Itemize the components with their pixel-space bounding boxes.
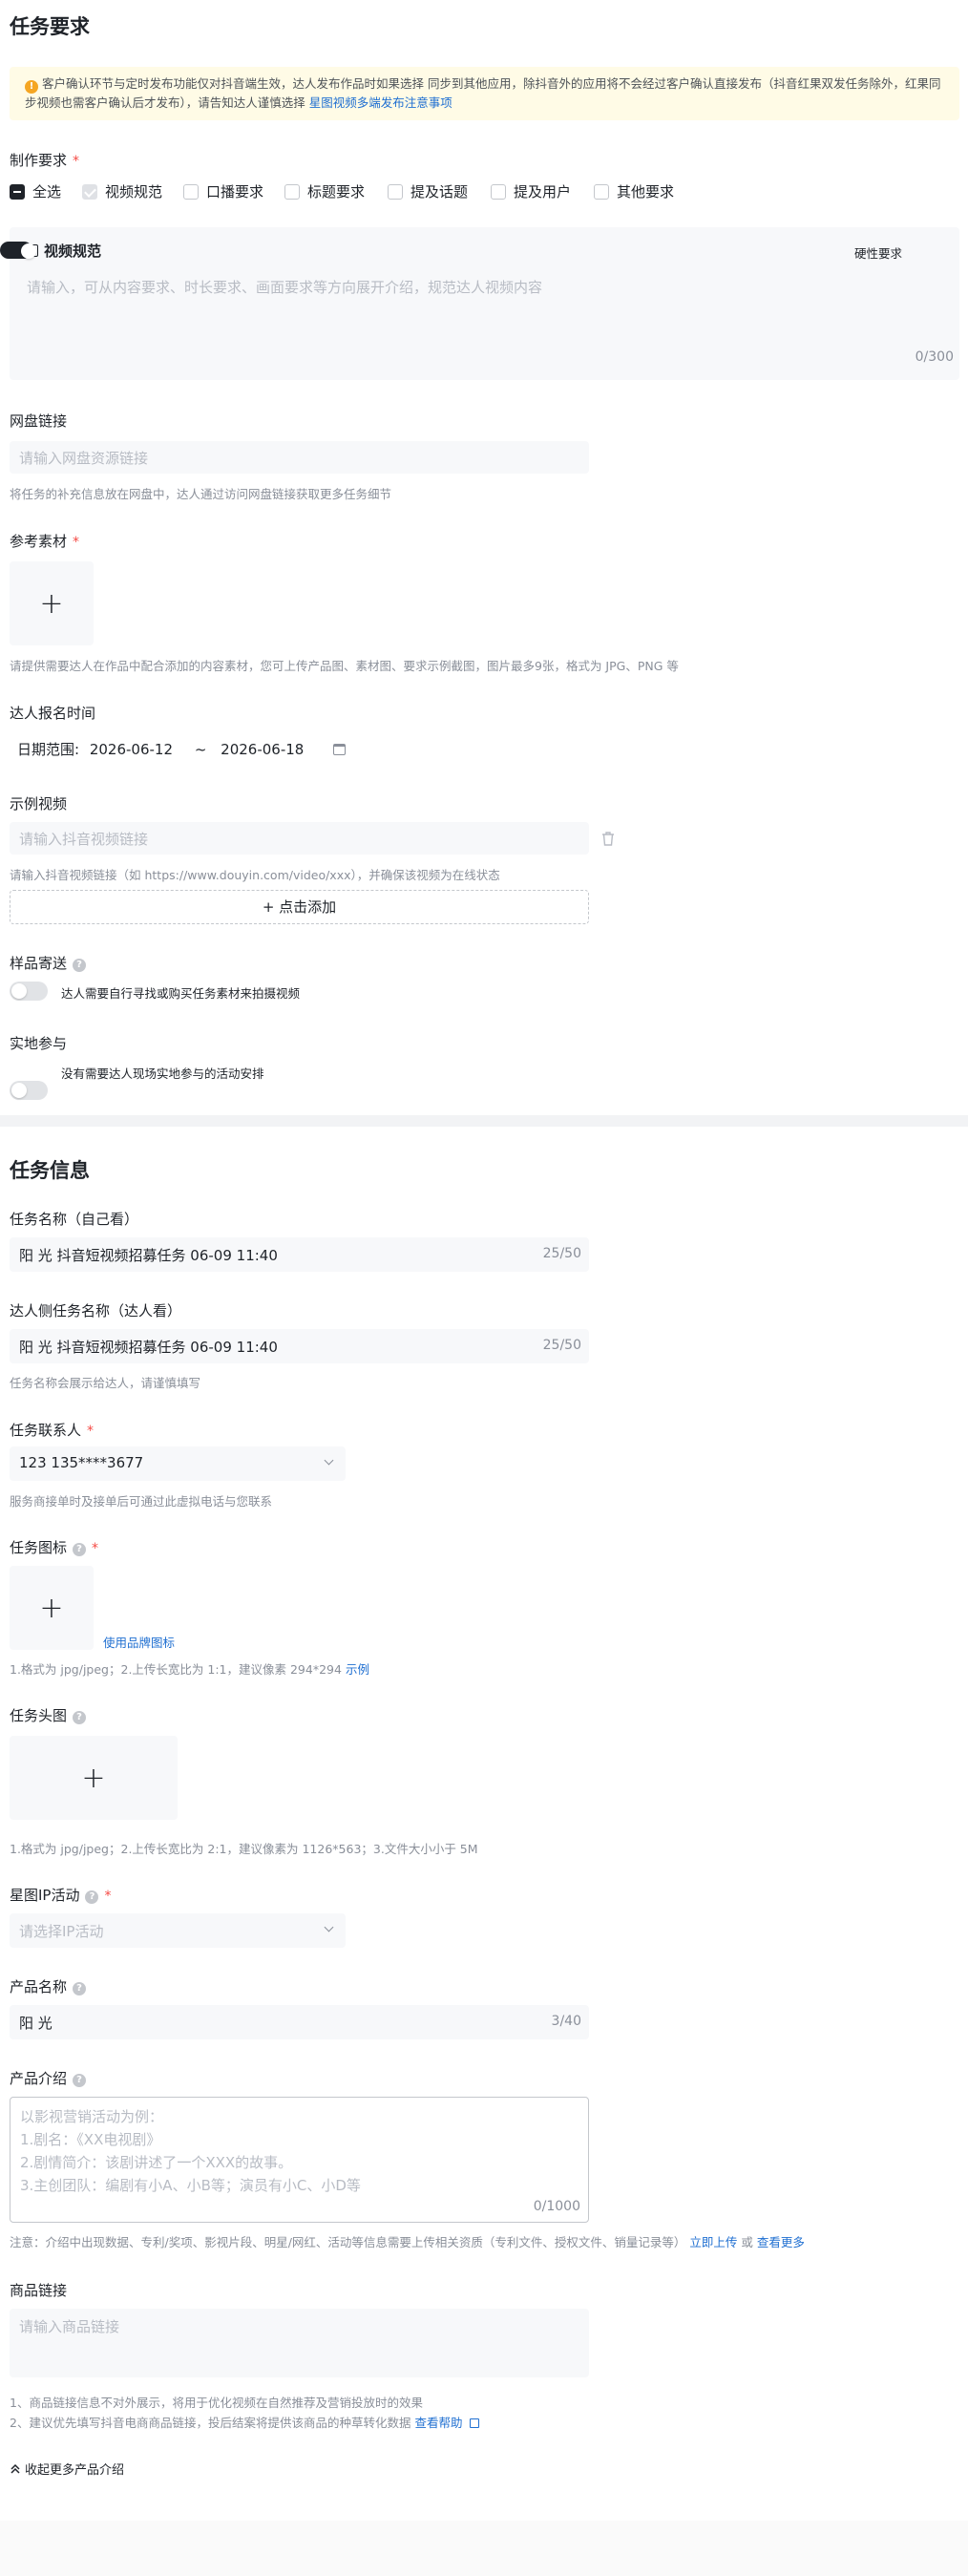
warning-icon: ! [25, 80, 38, 94]
sample-send-text: 达人需要自行寻找或购买任务素材来拍摄视频 [61, 986, 301, 1001]
date-end[interactable]: 2026-06-18 [221, 741, 304, 758]
icon-label: 任务图标? * [10, 1539, 99, 1556]
netdisk-label: 网盘链接 [10, 412, 68, 430]
task-name-creator-label: 达人侧任务名称（达人看） [10, 1302, 182, 1320]
product-link-input[interactable]: 请输入商品链接 [10, 2309, 589, 2377]
checkbox-mention-user[interactable]: 提及用户 [491, 181, 571, 201]
header-image-hint: 1.格式为 jpg/jpeg；2.上传长宽比为 2:1，建议像素为 1126*5… [10, 1842, 478, 1856]
date-separator: ~ [194, 741, 207, 758]
calendar-icon [333, 744, 347, 755]
contact-select[interactable]: 123 135****3677 [10, 1446, 346, 1481]
notice-link[interactable]: 星图视频多端发布注意事项 [309, 95, 452, 110]
help-icon: ? [73, 1982, 87, 1995]
notice-banner: ! 客户确认环节与定时发布功能仅对抖音端生效，达人发布作品时如果选择 同步到其他应… [10, 67, 959, 120]
section-title-info: 任务信息 [10, 1159, 90, 1182]
video-spec-count: 0/300 [915, 349, 954, 365]
sample-send-toggle[interactable] [10, 982, 48, 1001]
product-intro-count: 0/1000 [533, 2199, 580, 2214]
onsite-toggle[interactable] [10, 1081, 48, 1100]
checkbox-topic[interactable]: 提及话题 [388, 181, 468, 201]
product-intro-textarea[interactable]: 以影视营销活动为例： 1.剧名：《XX电视剧》 2.剧情简介：该剧讲述了一个XX… [10, 2097, 589, 2223]
task-name-self-count: 25/50 [542, 1246, 581, 1261]
reference-hint: 请提供需要达人在作品中配合添加的内容素材，您可上传产品图、素材图、要求示例截图，… [10, 659, 679, 673]
double-chevron-up-icon [10, 2463, 21, 2475]
netdisk-hint: 将任务的补充信息放在网盘中，达人通过访问网盘链接获取更多任务细节 [10, 487, 392, 501]
page-footer-area [0, 2521, 968, 2576]
hard-req-toggle[interactable] [0, 242, 36, 259]
see-more-link[interactable]: 查看更多 [757, 2235, 805, 2249]
external-link-icon [470, 2418, 480, 2428]
icon-hint: 1.格式为 jpg/jpeg；2.上传长宽比为 1:1，建议像素 294*294… [10, 1662, 369, 1677]
plus-icon: + [39, 1591, 64, 1625]
product-intro-hint: 注意：介绍中出现数据、专利/奖项、影视片段、明星/网红、活动等信息需要上传相关资… [10, 2235, 805, 2249]
video-spec-textarea[interactable]: 请输入，可从内容要求、时长要求、画面要求等方向展开介绍，规范达人视频内容 [27, 277, 886, 297]
contact-label: 任务联系人 * [10, 1422, 95, 1439]
product-link-hint-2: 2、建议优先填写抖音电商商品链接，投后结案将提供该商品的种草转化数据 查看帮助 [10, 2413, 480, 2431]
ip-activity-select[interactable]: 请选择IP活动 [10, 1913, 346, 1948]
video-spec-card: 视频规范 硬性要求 请输入，可从内容要求、时长要求、画面要求等方向展开介绍，规范… [0, 227, 959, 380]
product-link-label: 商品链接 [10, 2282, 68, 2299]
task-name-creator-count: 25/50 [542, 1338, 581, 1353]
example-link[interactable]: 示例 [346, 1662, 369, 1677]
icon-upload-button[interactable]: + [10, 1566, 94, 1650]
video-spec-title: 视频规范 [27, 241, 101, 261]
add-sample-video-button[interactable]: + 点击添加 [10, 890, 589, 924]
date-start[interactable]: 2026-06-12 [90, 741, 173, 758]
use-brand-icon-link[interactable]: 使用品牌图标 [103, 1633, 175, 1651]
task-name-self-label: 任务名称（自己看） [10, 1211, 139, 1228]
date-range-picker[interactable]: 日期范围: 2026-06-12 ~ 2026-06-18 [10, 733, 353, 766]
collapse-product-intro-button[interactable]: 收起更多产品介绍 [10, 2460, 124, 2478]
product-name-input[interactable]: 阳 光 3/40 [10, 2005, 589, 2039]
header-image-upload-button[interactable]: + [10, 1736, 178, 1820]
sample-send-label: 样品寄送? [10, 953, 87, 973]
help-icon: ? [85, 1890, 99, 1904]
reference-upload-button[interactable]: + [10, 561, 94, 645]
onsite-label: 实地参与 [10, 1035, 68, 1052]
task-name-creator-hint: 任务名称会展示给达人，请谨慎填写 [10, 1376, 201, 1390]
task-name-creator-input[interactable]: 阳 光 抖音短视频招募任务 06-09 11:40 25/50 [10, 1329, 589, 1363]
header-image-label: 任务头图? [10, 1705, 87, 1725]
sample-video-label: 示例视频 [10, 795, 68, 813]
trash-icon[interactable] [601, 832, 615, 850]
notice-text: 客户确认环节与定时发布功能仅对抖音端生效，达人发布作品时如果选择 同步到其他应用… [25, 76, 941, 110]
date-range-prefix: 日期范围: [17, 741, 80, 758]
task-name-self-input[interactable]: 阳 光 抖音短视频招募任务 06-09 11:40 25/50 [10, 1237, 589, 1272]
reference-label: 参考素材 * [10, 533, 80, 550]
chevron-down-icon [324, 1455, 334, 1466]
checkbox-other[interactable]: 其他要求 [594, 181, 674, 201]
product-name-count: 3/40 [551, 2014, 581, 2029]
help-icon: ? [73, 2074, 87, 2087]
sample-video-hint: 请输入抖音视频链接（如 https://www.douyin.com/video… [10, 868, 500, 882]
plus-icon: + [39, 586, 64, 621]
contact-hint: 服务商接单时及接单后可通过此虚拟电话与您联系 [10, 1494, 273, 1509]
chevron-down-icon [324, 1922, 334, 1932]
checkbox-select-all[interactable]: 全选 [10, 181, 61, 201]
upload-now-link[interactable]: 立即上传 [689, 2235, 737, 2249]
checkbox-video-spec[interactable]: 视频规范 [82, 181, 162, 201]
section-divider [0, 1115, 968, 1127]
ip-activity-label: 星图IP活动? * [10, 1887, 112, 1904]
checkbox-voiceover[interactable]: 口播要求 [183, 181, 263, 201]
help-icon: ? [73, 959, 87, 972]
production-label: 制作要求 * [10, 152, 80, 169]
onsite-text: 没有需要达人现场实地参与的活动安排 [61, 1066, 264, 1081]
signup-time-label: 达人报名时间 [10, 705, 96, 722]
plus-icon: + [81, 1761, 106, 1795]
section-title-requirements: 任务要求 [10, 15, 90, 38]
product-name-label: 产品名称? [10, 1976, 87, 1996]
help-icon: ? [73, 1711, 87, 1724]
sample-video-input[interactable]: 请输入抖音视频链接 [10, 822, 589, 855]
help-icon: ? [73, 1543, 87, 1556]
product-link-hint-1: 1、商品链接信息不对外展示，将用于优化视频在自然推荐及营销投放时的效果 [10, 2396, 423, 2410]
hard-req-label: 硬性要求 [853, 246, 902, 261]
product-intro-label: 产品介绍? [10, 2068, 87, 2088]
checkbox-title-req[interactable]: 标题要求 [284, 181, 365, 201]
view-help-link[interactable]: 查看帮助 [414, 2416, 462, 2430]
netdisk-input[interactable]: 请输入网盘资源链接 [10, 441, 589, 474]
